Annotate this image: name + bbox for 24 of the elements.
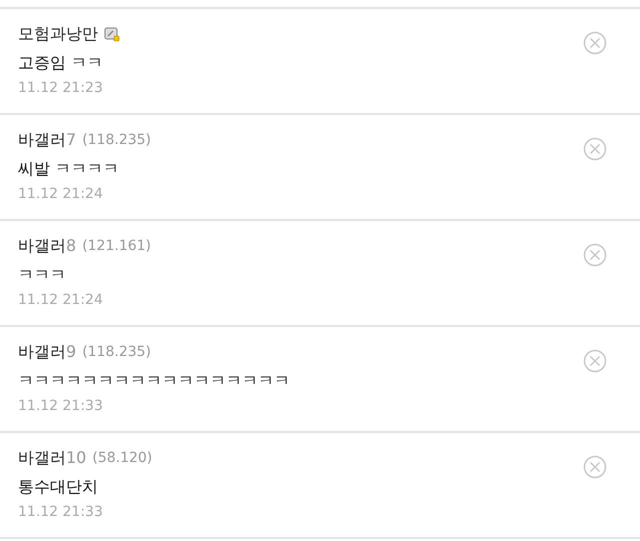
comment-time: 11.12 21:24 [18,186,104,202]
comment-text: 씨발 ㅋㅋㅋㅋ [18,159,120,180]
comment-time: 11.12 21:23 [18,80,104,96]
ip-address: (118.235) [82,344,152,360]
comment-time: 11.12 21:24 [18,292,104,308]
comment-text: 고증임 ㅋㅋ [18,53,104,74]
comment-text: 통수대단치 [18,477,99,498]
author-name: 바갤러 9 [18,342,76,362]
close-icon[interactable] [583,455,607,479]
comment-time: 11.12 21:33 [18,398,104,414]
comment-text: ㅋㅋㅋㅋㅋㅋㅋㅋㅋㅋㅋㅋㅋㅋㅋㅋㅋ [18,371,291,392]
ip-address: (121.161) [82,238,152,254]
comment-time: 11.12 21:33 [18,504,104,520]
close-icon[interactable] [583,349,607,373]
ip-address: (118.235) [82,132,152,148]
ip-address: (58.120) [92,450,152,466]
close-icon[interactable] [583,31,607,55]
close-icon[interactable] [583,137,607,161]
author-name: 바갤러 7 [18,130,76,150]
author-name: 모험과낭만 [18,24,98,44]
author-name: 바갤러 10 [18,448,86,468]
comment-text: ㅋㅋㅋ [18,265,67,286]
author-name: 바갤러 8 [18,236,76,256]
close-icon[interactable] [583,243,607,267]
